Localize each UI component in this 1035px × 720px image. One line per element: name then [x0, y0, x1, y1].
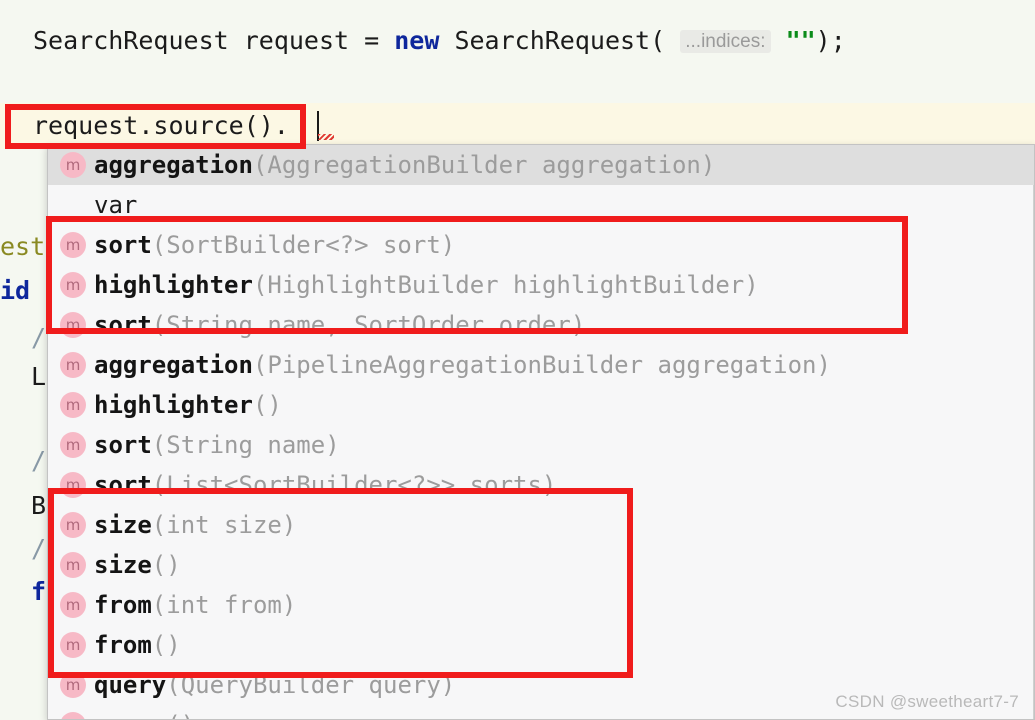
method-icon: m — [60, 432, 86, 458]
completion-item-name: query — [94, 711, 166, 719]
completion-item-signature: (String name, SortOrder order) — [151, 311, 586, 339]
completion-item-signature: (List<SortBuilder<?>> sorts) — [151, 471, 557, 499]
completion-item[interactable]: m aggregation (PipelineAggregationBuilder … — [48, 345, 1034, 385]
obscured-code-fragment-comment-3: / — [31, 534, 47, 563]
method-icon: m — [60, 272, 86, 298]
screenshot-root: SearchRequest request = new SearchReques… — [0, 0, 1035, 720]
completion-item-signature: () — [166, 711, 195, 719]
method-icon: m — [60, 312, 86, 338]
completion-item-name: aggregation — [94, 351, 253, 379]
code-text-before-keyword: SearchRequest request = — [33, 26, 395, 55]
watermark-text: CSDN @sweetheart7-7 — [835, 692, 1019, 711]
completion-item-name: var — [94, 191, 138, 219]
completion-item-name: size — [94, 551, 152, 579]
method-icon: m — [60, 632, 86, 658]
completion-item-signature: (AggregationBuilder aggregation) — [252, 151, 716, 179]
completion-item-name: size — [94, 511, 152, 539]
completion-item[interactable]: m highlighter (HighlightBuilder highlightB… — [48, 265, 1034, 305]
obscured-code-fragment-f: f — [31, 577, 47, 606]
method-icon: m — [60, 392, 86, 418]
completion-item-name: from — [94, 631, 152, 659]
code-text-after-keyword: SearchRequest( — [439, 26, 666, 55]
completion-item[interactable]: m from (int from) — [48, 585, 1034, 625]
completion-item[interactable]: var — [48, 185, 1034, 225]
obscured-code-fragment-est: est — [0, 232, 46, 261]
parameter-hint-indices: ...indices: — [680, 30, 771, 53]
code-completion-popup[interactable]: m aggregation (AggregationBuilder aggregat… — [47, 144, 1035, 720]
code-line-search-request[interactable]: SearchRequest request = new SearchReques… — [33, 26, 846, 57]
obscured-code-fragment-list: L — [31, 362, 47, 391]
completion-item-signature: (QueryBuilder query) — [166, 671, 456, 699]
completion-item-name: sort — [94, 311, 152, 339]
code-text-request-source: request.source() — [33, 111, 274, 140]
completion-item-signature: (SortBuilder<?> sort) — [151, 231, 456, 259]
method-icon: m — [60, 672, 86, 698]
completion-item[interactable]: m from() — [48, 625, 1034, 665]
completion-item[interactable]: m sort (String name) — [48, 425, 1034, 465]
method-icon: m — [60, 152, 86, 178]
completion-item[interactable]: m highlighter() — [48, 385, 1034, 425]
method-icon: m — [60, 472, 86, 498]
obscured-code-fragment-builder: B — [31, 491, 47, 520]
completion-item-name: highlighter — [94, 391, 253, 419]
completion-item-signature: (int size) — [151, 511, 297, 539]
error-squiggle-underline — [318, 134, 334, 140]
code-line-request-source[interactable]: request.source(). — [33, 111, 289, 141]
completion-item-signature: (int from) — [151, 591, 297, 619]
method-icon: m — [60, 592, 86, 618]
completion-item-signature: (String name) — [151, 431, 340, 459]
completion-item-name: sort — [94, 431, 152, 459]
method-icon: m — [60, 712, 86, 719]
completion-item[interactable]: m sort (SortBuilder<?> sort) — [48, 225, 1034, 265]
method-icon: m — [60, 352, 86, 378]
obscured-code-fragment-id: id — [0, 276, 31, 305]
method-icon: m — [60, 512, 86, 538]
completion-item-signature: () — [151, 631, 181, 659]
completion-item-name: aggregation — [94, 151, 253, 179]
code-text-member-dot: . — [273, 111, 289, 140]
code-text-line-end: ); — [815, 26, 846, 55]
completion-item-name: highlighter — [94, 271, 253, 299]
completion-item-name: from — [94, 591, 152, 619]
method-icon: m — [60, 232, 86, 258]
completion-item-signature: (HighlightBuilder highlightBuilder) — [252, 271, 759, 299]
completion-item-name: sort — [94, 231, 152, 259]
method-icon: m — [60, 552, 86, 578]
completion-item[interactable]: m aggregation (AggregationBuilder aggregat… — [48, 145, 1034, 185]
completion-item[interactable]: m sort (String name, SortOrder order) — [48, 305, 1034, 345]
completion-item-name: query — [94, 671, 167, 699]
completion-item[interactable]: m size() — [48, 545, 1034, 585]
string-literal-empty: "" — [785, 26, 816, 55]
completion-item[interactable]: m size (int size) — [48, 505, 1034, 545]
completion-item-signature: () — [252, 391, 282, 419]
completion-item-name: sort — [94, 471, 152, 499]
completion-item[interactable]: m sort (List<SortBuilder<?>> sorts) — [48, 465, 1034, 505]
completion-item-signature: (PipelineAggregationBuilder aggregation) — [252, 351, 831, 379]
java-keyword-new: new — [394, 26, 440, 55]
completion-item-signature: () — [151, 551, 181, 579]
